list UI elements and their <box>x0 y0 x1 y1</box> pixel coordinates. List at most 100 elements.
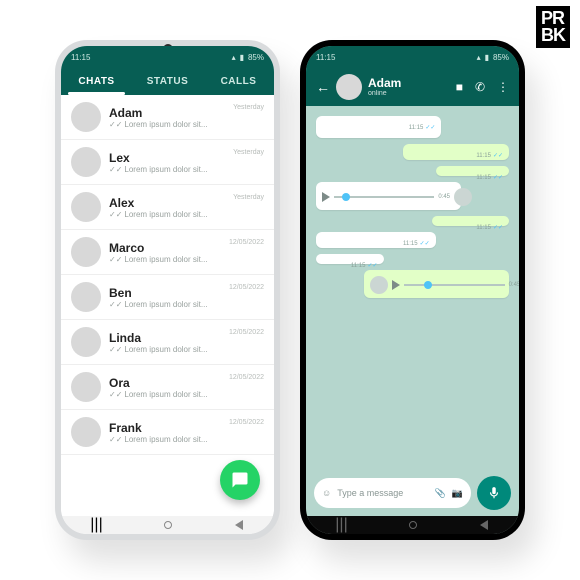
contact-name: Ora <box>109 376 221 390</box>
contact-name: Frank <box>109 421 221 435</box>
preview: Lorem ipsum dolor sit... <box>124 390 207 399</box>
message-received[interactable]: 11:15✓✓ <box>316 254 384 264</box>
preview: Lorem ipsum dolor sit... <box>124 120 207 129</box>
mic-button[interactable] <box>477 476 511 510</box>
conversation-header: ← Adam online ■ ✆ ⋮ <box>306 68 519 106</box>
read-ticks-icon: ✓✓ <box>109 120 122 129</box>
video-call-icon[interactable]: ■ <box>456 80 463 94</box>
voice-avatar <box>370 276 388 294</box>
msg-time: 11:15✓✓ <box>442 174 503 181</box>
timestamp: Yesterday <box>233 147 264 156</box>
timestamp: 12/05/2022 <box>229 327 264 336</box>
list-item[interactable]: Adam ✓✓Lorem ipsum dolor sit... Yesterda… <box>61 95 274 140</box>
camera-icon[interactable]: 📷 <box>452 488 463 499</box>
battery-icon: ▮ <box>485 53 489 62</box>
list-item[interactable]: Linda ✓✓Lorem ipsum dolor sit... 12/05/2… <box>61 320 274 365</box>
contact-name: Adam <box>109 106 225 120</box>
avatar <box>71 102 101 132</box>
back-arrow-icon[interactable]: ← <box>316 79 330 95</box>
avatar <box>71 192 101 222</box>
contact-name: Alex <box>109 196 225 210</box>
tab-status[interactable]: STATUS <box>132 68 203 95</box>
chat-title: Adam <box>368 77 401 90</box>
watermark-logo: PR BK <box>536 6 570 48</box>
list-item[interactable]: Ben ✓✓Lorem ipsum dolor sit... 12/05/202… <box>61 275 274 320</box>
voice-call-icon[interactable]: ✆ <box>475 80 485 94</box>
preview: Lorem ipsum dolor sit... <box>124 345 207 354</box>
preview: Lorem ipsum dolor sit... <box>124 210 207 219</box>
voice-track[interactable] <box>404 284 504 286</box>
attach-icon[interactable]: 📎 <box>435 488 446 499</box>
recent-apps-button[interactable]: ||| <box>335 520 349 530</box>
play-icon[interactable] <box>392 280 400 290</box>
contact-name: Lex <box>109 151 225 165</box>
mic-icon <box>487 486 501 500</box>
contact-name: Marco <box>109 241 221 255</box>
signal-icon: ▴ <box>477 53 481 62</box>
home-button[interactable] <box>406 520 420 530</box>
timestamp: 12/05/2022 <box>229 417 264 426</box>
read-ticks-icon: ✓✓ <box>109 345 122 354</box>
top-tabs: CHATS STATUS CALLS <box>61 68 274 95</box>
voice-duration: 0:45 <box>509 282 519 288</box>
voice-avatar <box>454 188 472 206</box>
list-item[interactable]: Lex ✓✓Lorem ipsum dolor sit... Yesterday <box>61 140 274 185</box>
preview: Lorem ipsum dolor sit... <box>124 255 207 264</box>
battery-pct: 85% <box>248 53 264 62</box>
msg-time: 11:15✓✓ <box>409 152 503 159</box>
contact-name: Linda <box>109 331 221 345</box>
timestamp: 12/05/2022 <box>229 237 264 246</box>
list-item[interactable]: Marco ✓✓Lorem ipsum dolor sit... 12/05/2… <box>61 230 274 275</box>
home-button[interactable] <box>161 520 175 530</box>
avatar[interactable] <box>336 74 362 100</box>
avatar <box>71 237 101 267</box>
back-button[interactable] <box>477 520 491 530</box>
read-ticks-icon: ✓✓ <box>109 255 122 264</box>
phone-chatlist: 11:15 ▴ ▮ 85% CHATS STATUS CALLS Adam <box>55 40 280 540</box>
message-sent[interactable]: 11:15✓✓ <box>436 166 509 176</box>
status-time: 11:15 <box>71 53 90 62</box>
list-item[interactable]: Alex ✓✓Lorem ipsum dolor sit... Yesterda… <box>61 185 274 230</box>
message-input[interactable]: ☺ Type a message 📎 📷 <box>314 478 471 508</box>
status-bar: 11:15 ▴ ▮ 85% <box>61 46 274 68</box>
tab-calls[interactable]: CALLS <box>203 68 274 95</box>
list-item[interactable]: Frank ✓✓Lorem ipsum dolor sit... 12/05/2… <box>61 410 274 455</box>
msg-time: 11:15✓✓ <box>322 124 435 131</box>
voice-message-received[interactable]: 0:45 <box>316 182 461 210</box>
contact-name: Ben <box>109 286 221 300</box>
timestamp: 12/05/2022 <box>229 372 264 381</box>
voice-track[interactable] <box>334 196 434 198</box>
play-icon[interactable] <box>322 192 330 202</box>
avatar <box>71 147 101 177</box>
message-received[interactable]: 11:15✓✓ <box>316 116 441 138</box>
new-chat-fab[interactable] <box>220 460 260 500</box>
list-item[interactable]: Ora ✓✓Lorem ipsum dolor sit... 12/05/202… <box>61 365 274 410</box>
message-icon <box>231 471 249 489</box>
status-time: 11:15 <box>316 53 335 62</box>
chat-list: Adam ✓✓Lorem ipsum dolor sit... Yesterda… <box>61 95 274 516</box>
message-sent[interactable]: 11:15✓✓ <box>403 144 509 160</box>
more-menu-icon[interactable]: ⋮ <box>497 80 509 94</box>
tab-chats[interactable]: CHATS <box>61 68 132 95</box>
message-sent[interactable]: 11:15✓✓ <box>432 216 509 226</box>
read-ticks-icon: ✓✓ <box>109 210 122 219</box>
voice-duration: 0:45 <box>438 194 450 200</box>
voice-message-sent[interactable]: 0:45 <box>364 270 509 298</box>
preview: Lorem ipsum dolor sit... <box>124 165 207 174</box>
battery-icon: ▮ <box>240 53 244 62</box>
input-placeholder: Type a message <box>337 488 428 498</box>
phone-conversation: 11:15 ▴ ▮ 85% ← Adam online ■ ✆ ⋮ <box>300 40 525 540</box>
battery-pct: 85% <box>493 53 509 62</box>
avatar <box>71 282 101 312</box>
preview: Lorem ipsum dolor sit... <box>124 300 207 309</box>
timestamp: Yesterday <box>233 192 264 201</box>
message-received[interactable]: 11:15✓✓ <box>316 232 436 248</box>
back-button[interactable] <box>232 520 246 530</box>
read-ticks-icon: ✓✓ <box>109 165 122 174</box>
avatar <box>71 372 101 402</box>
emoji-icon[interactable]: ☺ <box>322 488 331 498</box>
timestamp: 12/05/2022 <box>229 282 264 291</box>
recent-apps-button[interactable]: ||| <box>90 520 104 530</box>
input-row: ☺ Type a message 📎 📷 <box>306 470 519 516</box>
msg-time: 11:15✓✓ <box>322 240 430 247</box>
